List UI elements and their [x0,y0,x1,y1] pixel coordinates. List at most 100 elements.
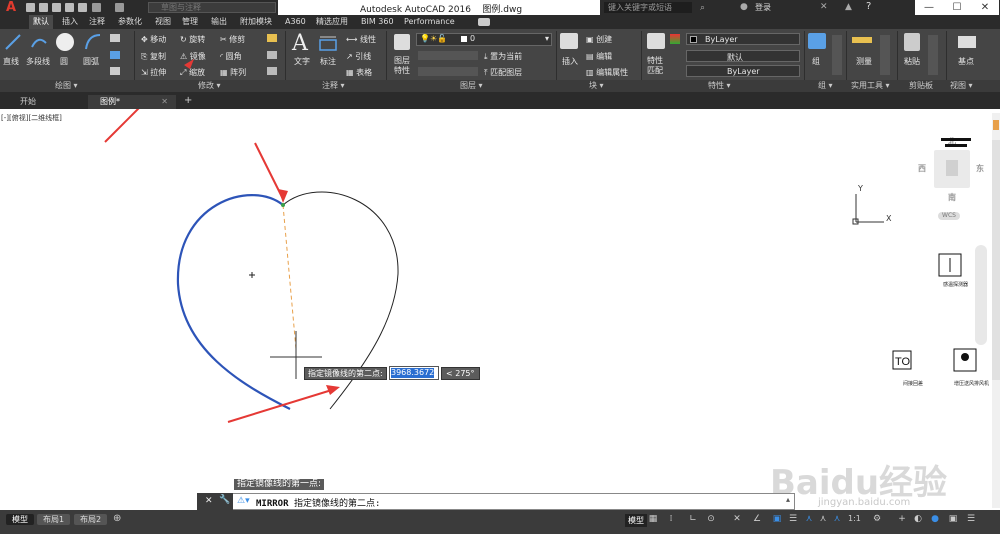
tab-addins[interactable]: 附加模块 [236,15,276,29]
save-as-icon[interactable] [65,3,74,12]
create-block-button[interactable]: ▣ 创建 [586,34,612,45]
grid-icon[interactable]: ▦ [648,514,658,524]
tab-default[interactable]: 默认 [29,15,53,29]
move-button[interactable]: ✥ 移动 [141,34,166,45]
tab-view[interactable]: 视图 [151,15,175,29]
layer-tools-row[interactable] [418,51,478,60]
search-input[interactable]: 键入关键字或短语 [604,2,692,13]
close-button[interactable]: ✕ [971,0,999,15]
layout-tab-layout1[interactable]: 布局1 [37,514,71,525]
measure-button-label[interactable]: 测量 [856,56,872,67]
customization-icon[interactable]: ☰ [966,514,976,524]
panel-title-clipboard[interactable]: 剪贴板 [909,80,933,92]
panel-title-utilities[interactable]: 实用工具 ▾ [851,80,890,92]
plot-icon[interactable] [78,3,87,12]
panel-title-groups[interactable]: 组 ▾ [818,80,833,92]
stretch-button[interactable]: ⇲ 拉伸 [141,67,166,78]
minimize-button[interactable]: — [915,0,943,15]
command-line-scroll[interactable]: ▴ [786,495,790,504]
sign-in-button[interactable]: 登录 [755,2,771,13]
workspace-dropdown[interactable]: 草图与注释 [148,2,276,13]
line-icon[interactable] [4,33,22,51]
panel-title-annotation[interactable]: 注释 ▾ [322,80,345,92]
dimension-icon[interactable] [318,34,338,52]
close-command-icon[interactable]: ✕ [205,496,213,506]
paste-button-label[interactable]: 粘贴 [904,56,920,67]
search-icon[interactable]: ⌕ [700,3,705,13]
rectangle-icon[interactable] [110,34,120,42]
tab-performance[interactable]: Performance [400,15,459,29]
customize-icon[interactable]: 🔧 [219,495,230,505]
ortho-icon[interactable]: ∟ [688,514,698,524]
arc-icon[interactable] [84,33,102,51]
match-properties-icon[interactable] [647,33,665,49]
leader-button[interactable]: ↗ 引线 [346,51,371,62]
original-curve[interactable] [176,194,291,410]
text-icon[interactable]: A [292,31,308,56]
model-space-button[interactable]: 模型 [625,514,647,527]
lineweight-dropdown[interactable]: ByLayer [686,65,800,77]
panel-title-block[interactable]: 块 ▾ [589,80,604,92]
viewcube-face[interactable] [946,160,958,176]
linear-button[interactable]: ⟷ 线性 [346,34,376,45]
match-properties-label[interactable]: 特性 匹配 [647,56,663,76]
scrollbar-thumb[interactable] [992,140,1000,380]
selection-cycling-icon[interactable]: ⋏ [818,514,828,524]
match-layer-button[interactable]: ⤒ 匹配图层 [484,67,522,78]
explode-icon[interactable] [267,51,277,59]
gradient-icon[interactable] [110,67,120,75]
base-view-icon[interactable] [958,36,976,48]
tab-a360[interactable]: A360 [281,15,310,29]
tab-start[interactable]: 开始 [8,95,48,109]
tab-parametric[interactable]: 参数化 [114,15,146,29]
rotate-button[interactable]: ↻ 旋转 [180,34,205,45]
navigation-bar[interactable] [975,245,987,345]
polyline-icon[interactable] [30,33,48,51]
layer-properties-label[interactable]: 图层 特性 [394,56,410,76]
clipboard-tools[interactable] [928,35,938,75]
tab-annotate[interactable]: 注释 [85,15,109,29]
tab-output[interactable]: 输出 [207,15,231,29]
exchange-icon[interactable]: ✕ [820,2,828,12]
text-button-label[interactable]: 文字 [294,56,310,67]
undo-icon[interactable] [92,3,101,12]
isodraft-icon[interactable]: ✕ [732,514,742,524]
tab-drawing[interactable]: 图例* ✕ [88,95,176,109]
osnap-track-icon[interactable]: ∠ [752,514,762,524]
panel-title-view[interactable]: 视图 ▾ [950,80,973,92]
fillet-button[interactable]: ◜ 圆角 [220,51,242,62]
offset-icon[interactable] [267,67,277,75]
layout-tab-model[interactable]: 模型 [6,514,34,525]
redo-icon[interactable] [115,3,124,12]
measure-icon[interactable] [852,37,872,43]
linetype-dropdown[interactable]: 默认 [686,50,800,62]
copy-button[interactable]: ⎘ 复制 [141,51,166,62]
isolate-icon[interactable]: ◐ [913,514,923,524]
help-icon[interactable]: ? [866,1,871,12]
add-layout-icon[interactable]: ⊕ [113,513,121,524]
maximize-button[interactable]: ☐ [943,0,971,15]
insert-button-label[interactable]: 插入 [562,56,578,67]
dynamic-input-angle[interactable]: < 275° [441,367,480,380]
group-tools[interactable] [832,35,842,75]
save-icon[interactable] [52,3,61,12]
tab-options-icon[interactable] [478,18,490,26]
color-dropdown[interactable]: ByLayer [686,33,800,45]
annotation-scale[interactable]: 1:1 [848,514,861,523]
tab-bim360[interactable]: BIM 360 [357,15,398,29]
new-tab-icon[interactable]: + [184,95,192,106]
panel-title-properties[interactable]: 特性 ▾ [708,80,731,92]
drawing-canvas[interactable] [0,109,990,509]
polar-icon[interactable]: ⊙ [706,514,716,524]
plus-icon[interactable]: + [897,514,907,524]
insert-block-icon[interactable] [560,33,578,49]
paste-icon[interactable] [904,33,920,51]
layer-tools-row-2[interactable] [418,67,478,76]
edit-attributes-button[interactable]: ▥ 编辑属性 [586,67,628,78]
panel-title-layers[interactable]: 图层 ▾ [460,80,483,92]
line-button-label[interactable]: 直线 [3,56,19,67]
utility-tools[interactable] [880,35,890,75]
circle-button-label[interactable]: 圆 [60,56,68,67]
circle-icon[interactable] [56,33,74,51]
open-file-icon[interactable] [39,3,48,12]
